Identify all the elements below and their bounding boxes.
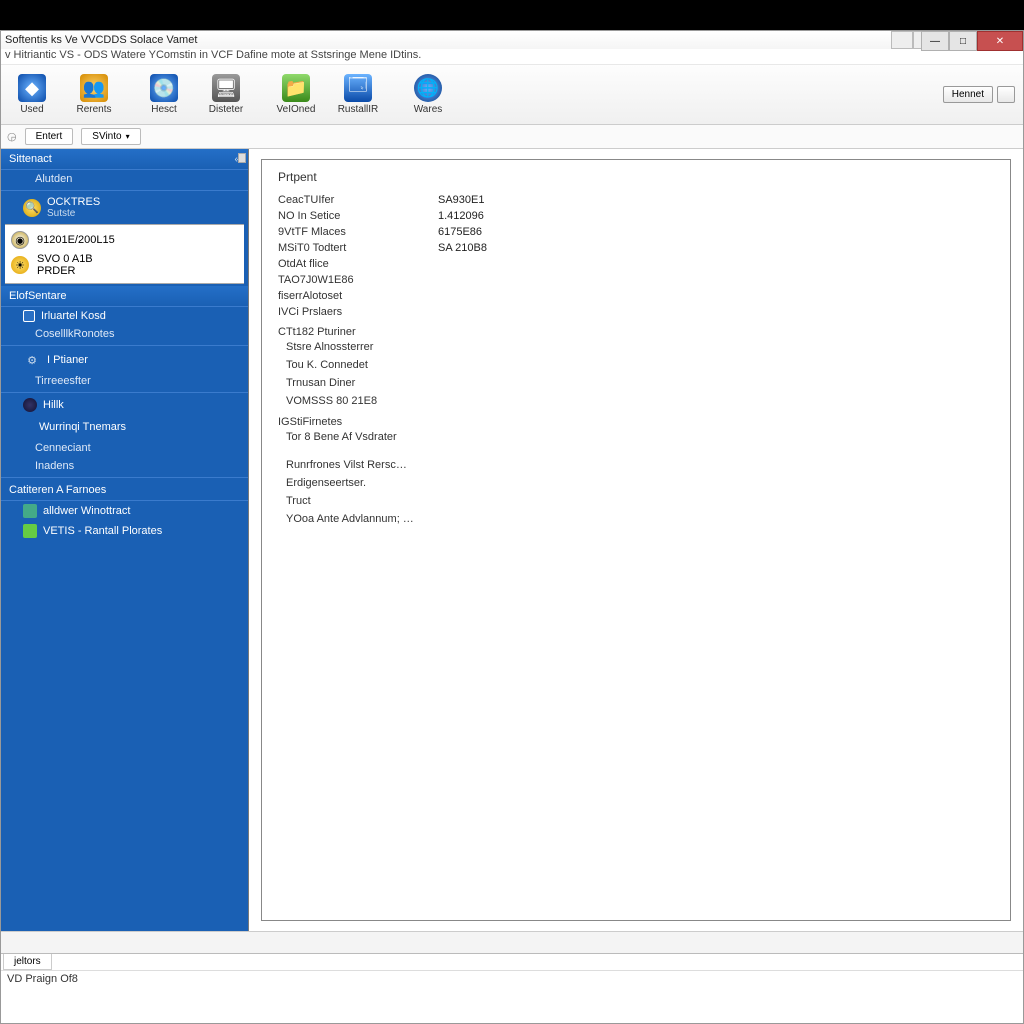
tb-veioned[interactable]: 📁 VeIOned: [273, 74, 319, 115]
toolbar-group-2: 💿 Hesct 🖥 Disteter: [141, 74, 249, 115]
window-buttons: — □ ✕: [921, 31, 1023, 51]
subbar-tab-entert[interactable]: Entert: [25, 128, 74, 145]
folder-icon: 📁: [282, 74, 310, 102]
section-heading: CTt182 Pturiner: [278, 326, 994, 338]
sidebar-header[interactable]: Sittenact «: [1, 149, 248, 170]
users-icon: 👥: [80, 74, 108, 102]
doc2-icon: [23, 524, 37, 538]
window-icon: 🗔: [344, 74, 372, 102]
toolbar-group-1: ◆ Used 👥 Rerents: [9, 74, 117, 115]
square-icon: [23, 310, 35, 322]
action-link[interactable]: YOoa Ante Advlannum; …: [278, 510, 994, 528]
window-title: Softentis ks Ve VVCDDS Solace Vamet: [5, 34, 1019, 46]
action-link[interactable]: Truct: [278, 492, 994, 510]
sidebar-item-alldwer[interactable]: alldwer Winottract: [1, 501, 248, 521]
sub-toolbar: ◶ Entert SVinto▾: [1, 125, 1023, 149]
prop-row: MSiT0 TodtertSA 210B8: [278, 240, 994, 256]
prop-row: 9VtTF Mlaces6175E86: [278, 224, 994, 240]
doc-icon: [23, 504, 37, 518]
subbar-tab-svinto[interactable]: SVinto▾: [81, 128, 140, 145]
sidebar-item-cosel[interactable]: CoselllkRonotes: [1, 325, 248, 343]
sidebar-item-wurringi[interactable]: Wurrinqi Tnemars: [1, 415, 248, 439]
back-icon[interactable]: ◶: [7, 130, 17, 143]
dot-icon: [23, 418, 33, 436]
sidebar-item-tirree[interactable]: Tirreeesfter: [1, 372, 248, 390]
globe-icon: 🌐: [414, 74, 442, 102]
tb-wares[interactable]: 🌐 Wares: [405, 74, 451, 115]
action-link[interactable]: Erdigenseertser.: [278, 474, 994, 492]
prop-line: Tor 8 Bene Af Vsdrater: [278, 428, 994, 446]
hennet-button[interactable]: Hennet: [943, 86, 993, 103]
disk-icon: 💿: [150, 74, 178, 102]
main-panel: Prtpent CeacTUIferSA930E1 NO In Setice1.…: [249, 149, 1023, 931]
tb-hesct[interactable]: 💿 Hesct: [141, 74, 187, 115]
statusbar: [1, 931, 1023, 953]
toolbar-group-4: 🌐 Wares: [405, 74, 451, 115]
content-area: Sittenact « Alutden 🔍 OCKTRESSutste ◉912…: [1, 149, 1023, 931]
sidebar-item-ptianer[interactable]: ⚙I Ptianer: [1, 348, 248, 372]
prop-line: Stsre Alnossterrer: [278, 338, 994, 356]
section-heading-2: IGStiFirnetes: [278, 416, 994, 428]
sidebar-section-elofsentare[interactable]: ElofSentare: [1, 286, 248, 307]
tb-rustallir[interactable]: 🗔 RustallIR: [335, 74, 381, 115]
main-toolbar: ◆ Used 👥 Rerents 💿 Hesct 🖥 Disteter 📁 Ve…: [1, 65, 1023, 125]
search-icon: 🔍: [23, 199, 41, 217]
toolbar-group-3: 📁 VeIOned 🗔 RustallIR: [273, 74, 381, 115]
sidebar-selected-item[interactable]: ◉91201E/200L15 ☀SVO 0 A1BPRDER: [5, 224, 244, 284]
shield-icon: ◆: [18, 74, 46, 102]
menubar: v Hitriantic VS - ODS Watere YComstin in…: [1, 49, 1023, 65]
scrollbar-thumb[interactable]: [238, 153, 246, 163]
globe-small-icon: [23, 398, 37, 412]
tb-rerents[interactable]: 👥 Rerents: [71, 74, 117, 115]
disc-icon: ◉: [11, 231, 29, 249]
tb-disteter[interactable]: 🖥 Disteter: [203, 74, 249, 115]
toolbar-drop-button[interactable]: [997, 86, 1015, 103]
prop-row: NO In Setice1.412096: [278, 208, 994, 224]
sidebar-section-catiteren[interactable]: Catiteren A Farnoes: [1, 480, 248, 501]
sidebar-item-about[interactable]: Alutden: [1, 170, 248, 188]
app-window: Softentis ks Ve VVCDDS Solace Vamet — □ …: [0, 30, 1024, 1024]
bottom-tab[interactable]: jeltors: [3, 954, 52, 970]
titlebar: Softentis ks Ve VVCDDS Solace Vamet — □ …: [1, 31, 1023, 49]
sidebar-item-hillk[interactable]: Hillk: [1, 395, 248, 415]
bottom-line: VD Praign Of8: [1, 970, 1023, 987]
action-link[interactable]: Runrfrones Vilst Rersc…: [278, 456, 994, 474]
sidebar-item-cenneciant[interactable]: Cenneciant: [1, 439, 248, 457]
prop-line: Tou K. Connedet: [278, 356, 994, 374]
prop-row: OtdAt flice: [278, 256, 994, 272]
prop-line: VOMSSS 80 21E8: [278, 392, 994, 410]
sidebar-item-ockfres[interactable]: 🔍 OCKTRESSutste: [1, 193, 248, 222]
prop-row: TAO7J0W1E86: [278, 272, 994, 288]
sidebar-item-irluartel[interactable]: Irluartel Kosd: [1, 307, 248, 325]
prop-row: CeacTUIferSA930E1: [278, 192, 994, 208]
prop-line: Trnusan Diner: [278, 374, 994, 392]
toolbar-right: Hennet: [943, 86, 1015, 103]
sidebar: Sittenact « Alutden 🔍 OCKTRESSutste ◉912…: [1, 149, 249, 931]
properties-panel: Prtpent CeacTUIferSA930E1 NO In Setice1.…: [261, 159, 1011, 921]
chevron-down-icon: ▾: [126, 132, 130, 141]
gear-icon: ⚙: [23, 351, 41, 369]
ctl-btn-1[interactable]: [891, 31, 913, 49]
server-icon: 🖥: [212, 74, 240, 102]
sidebar-item-vetis[interactable]: VETIS - Rantall Plorates: [1, 521, 248, 541]
close-button[interactable]: ✕: [977, 31, 1023, 51]
panel-title: Prtpent: [278, 170, 994, 184]
prop-row: IVCi Prslaers: [278, 304, 994, 320]
sidebar-item-inadens[interactable]: Inadens: [1, 457, 248, 475]
maximize-button[interactable]: □: [949, 31, 977, 51]
prop-row: fiserrAlotoset: [278, 288, 994, 304]
weather-icon: ☀: [11, 256, 29, 274]
minimize-button[interactable]: —: [921, 31, 949, 51]
tb-used[interactable]: ◆ Used: [9, 74, 55, 115]
bottom-panel: jeltors VD Praign Of8: [1, 953, 1023, 1023]
